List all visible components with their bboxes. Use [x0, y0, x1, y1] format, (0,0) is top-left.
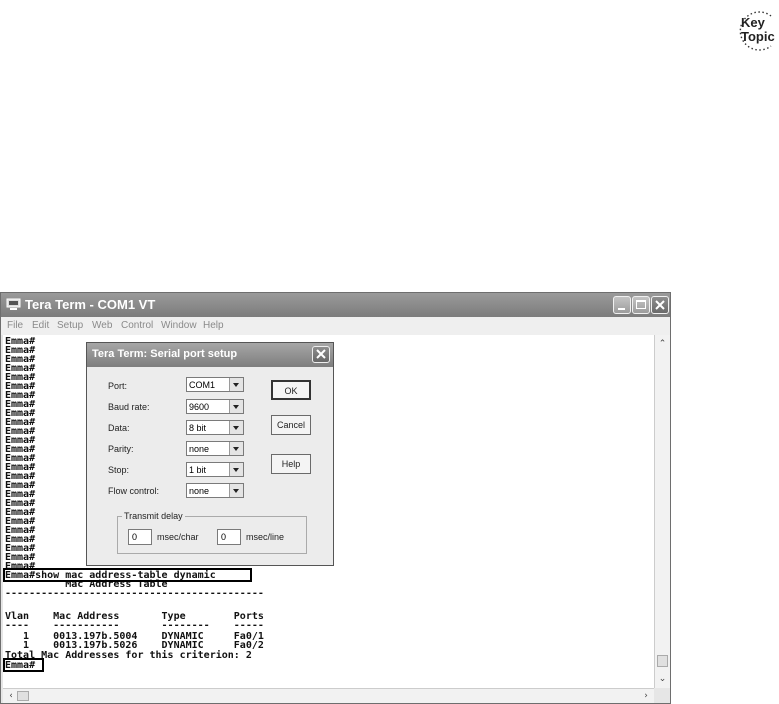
dialog-title-bar[interactable]: Tera Term: Serial port setup	[87, 343, 333, 367]
dialog-close-button[interactable]	[312, 346, 330, 363]
menu-setup[interactable]: Setup	[57, 320, 83, 331]
scroll-right-icon[interactable]: ›	[640, 689, 652, 703]
flow-control-select[interactable]: none	[186, 483, 244, 498]
minimize-button[interactable]	[613, 296, 631, 314]
cancel-button[interactable]: Cancel	[271, 415, 311, 435]
scroll-down-icon[interactable]: ⌄	[656, 672, 669, 686]
chevron-down-icon[interactable]	[229, 400, 243, 413]
prompt-highlight-box	[3, 658, 44, 672]
prompt-line: Emma#	[5, 453, 36, 464]
terminal-app-icon	[6, 298, 21, 310]
prompt-line: Emma#	[5, 444, 36, 455]
port-select[interactable]: COM1	[186, 377, 244, 392]
chevron-down-icon[interactable]	[229, 378, 243, 391]
prompt-line: Emma#	[5, 480, 36, 491]
menu-file[interactable]: File	[7, 320, 23, 331]
menu-window[interactable]: Window	[161, 320, 197, 331]
prompt-line: Emma#	[5, 462, 36, 473]
prompt-line: Emma#	[5, 336, 36, 347]
minimize-icon	[618, 308, 625, 310]
title-bar[interactable]: Tera Term - COM1 VT	[1, 293, 670, 317]
parity-value: none	[189, 444, 210, 454]
stop-select[interactable]: 1 bit	[186, 462, 244, 477]
data-value: 8 bit	[189, 423, 207, 433]
prompt-line: Emma#	[5, 489, 36, 500]
h-scroll-thumb[interactable]	[17, 691, 29, 701]
baud-rate-select[interactable]: 9600	[186, 399, 244, 414]
stop-value: 1 bit	[189, 465, 207, 475]
close-icon	[655, 300, 665, 310]
prompt-line: Emma#	[5, 408, 36, 419]
table-row: 1 0013.197b.5026 DYNAMIC Fa0/2	[5, 640, 264, 651]
command-highlight-box	[3, 568, 252, 582]
prompt-line: Emma#	[5, 372, 36, 383]
prompt-line: Emma#	[5, 399, 36, 410]
help-button[interactable]: Help	[271, 454, 311, 474]
menu-control[interactable]: Control	[121, 320, 153, 331]
transmit-delay-label: Transmit delay	[122, 511, 185, 521]
flow-control-label: Flow control:	[108, 486, 160, 496]
prompt-line: Emma#	[5, 498, 36, 509]
badge-line-1: Key	[741, 15, 765, 30]
prompt-line: Emma#	[5, 381, 36, 392]
maximize-icon	[636, 300, 646, 309]
window-title: Tera Term - COM1 VT	[25, 297, 156, 312]
line-delay-input[interactable]: 0	[217, 529, 241, 545]
vertical-scrollbar[interactable]: ⌃ ⌄	[654, 335, 670, 688]
prompt-line: Emma#	[5, 435, 36, 446]
prompt-line: Emma#	[5, 552, 36, 563]
menu-web[interactable]: Web	[92, 320, 112, 331]
chevron-down-icon[interactable]	[229, 484, 243, 497]
badge-line-2: Topic	[741, 29, 775, 44]
ok-button[interactable]: OK	[271, 380, 311, 400]
serial-port-setup-dialog: Tera Term: Serial port setup Port: COM1 …	[86, 342, 334, 566]
port-value: COM1	[189, 380, 216, 390]
key-topic-badge: Key Topic	[733, 8, 775, 52]
data-select[interactable]: 8 bit	[186, 420, 244, 435]
menu-help[interactable]: Help	[203, 320, 224, 331]
parity-select[interactable]: none	[186, 441, 244, 456]
prompt-line: Emma#	[5, 354, 36, 365]
flow-control-value: none	[189, 486, 210, 496]
chevron-down-icon[interactable]	[229, 421, 243, 434]
data-label: Data:	[108, 423, 130, 433]
table-header-rule: ---- ----------- -------- -----	[5, 620, 264, 631]
prompt-line: Emma#	[5, 426, 36, 437]
prompt-line: Emma#	[5, 390, 36, 401]
menu-bar: File Edit Setup Web Control Window Help	[1, 317, 670, 335]
baud-rate-label: Baud rate:	[108, 402, 150, 412]
parity-label: Parity:	[108, 444, 134, 454]
close-icon	[316, 349, 326, 359]
scroll-thumb[interactable]	[657, 655, 668, 667]
scroll-left-icon[interactable]: ‹	[5, 689, 17, 703]
menu-edit[interactable]: Edit	[32, 320, 49, 331]
chevron-down-icon[interactable]	[229, 463, 243, 476]
maximize-button[interactable]	[632, 296, 650, 314]
char-delay-input[interactable]: 0	[128, 529, 152, 545]
prompt-line: Emma#	[5, 507, 36, 518]
prompt-line: Emma#	[5, 471, 36, 482]
chevron-down-icon[interactable]	[229, 442, 243, 455]
dialog-title: Tera Term: Serial port setup	[92, 348, 238, 360]
table-rule: ----------------------------------------…	[5, 588, 264, 599]
stop-label: Stop:	[108, 465, 130, 475]
prompt-line: Emma#	[5, 543, 36, 554]
port-label: Port:	[108, 381, 128, 391]
baud-rate-value: 9600	[189, 402, 210, 412]
prompt-line: Emma#	[5, 417, 36, 428]
scroll-up-icon[interactable]: ⌃	[656, 337, 669, 351]
prompt-line: Emma#	[5, 525, 36, 536]
prompt-line: Emma#	[5, 345, 36, 356]
char-delay-unit: msec/char	[157, 532, 199, 542]
prompt-line: Emma#	[5, 363, 36, 374]
prompt-line: Emma#	[5, 534, 36, 545]
close-button[interactable]	[651, 296, 669, 314]
horizontal-scrollbar[interactable]: ‹ ›	[3, 688, 654, 703]
prompt-line: Emma#	[5, 516, 36, 527]
line-delay-unit: msec/line	[246, 532, 285, 542]
